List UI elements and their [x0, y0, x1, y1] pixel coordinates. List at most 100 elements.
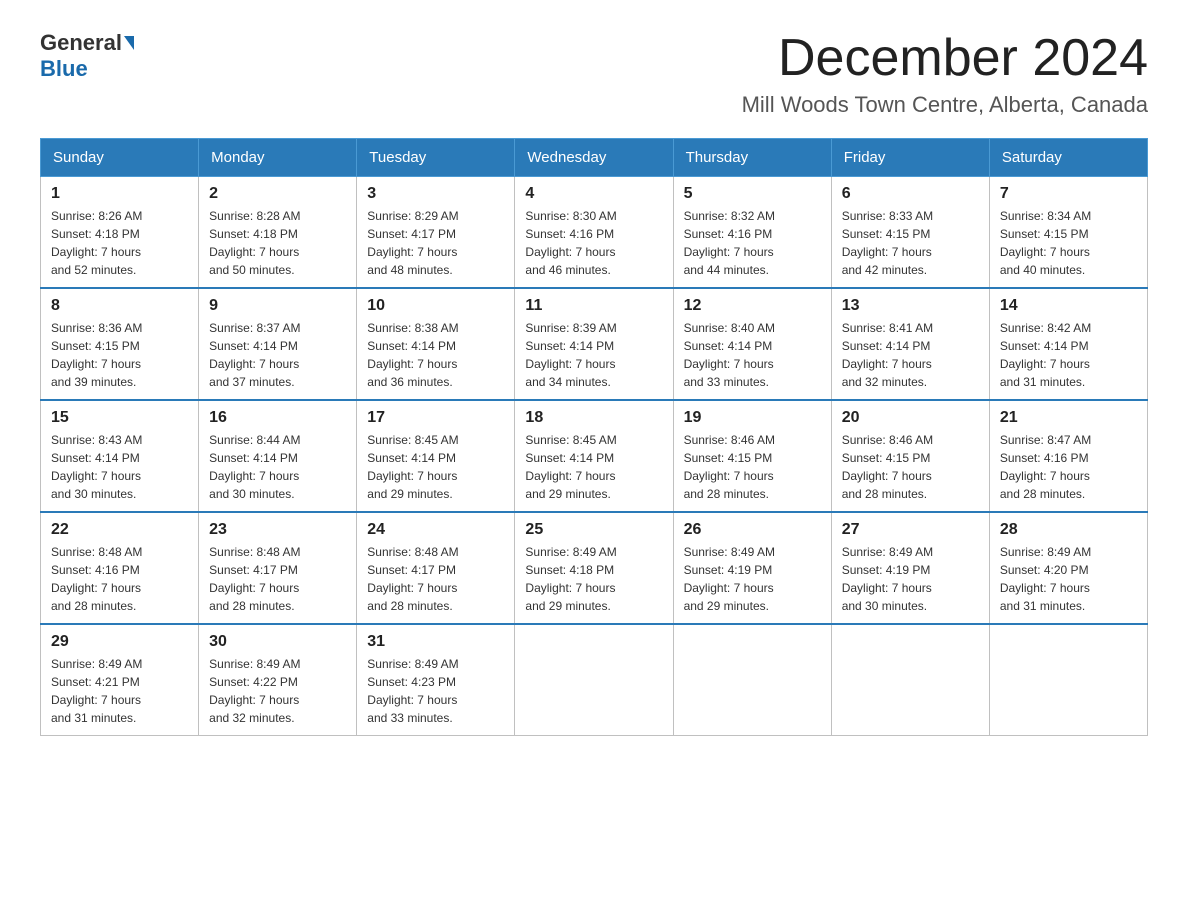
day-info: Sunrise: 8:34 AMSunset: 4:15 PMDaylight:… — [1000, 207, 1137, 279]
calendar-cell: 6 Sunrise: 8:33 AMSunset: 4:15 PMDaylight… — [831, 177, 989, 289]
day-number: 17 — [367, 409, 504, 427]
logo-arrow-icon — [124, 36, 134, 50]
calendar-cell — [673, 624, 831, 736]
day-number: 23 — [209, 521, 346, 539]
calendar-week-row: 22Sunrise: 8:48 AMSunset: 4:16 PMDayligh… — [41, 512, 1148, 624]
calendar-cell: 17Sunrise: 8:45 AMSunset: 4:14 PMDayligh… — [357, 400, 515, 512]
day-info: Sunrise: 8:46 AMSunset: 4:15 PMDaylight:… — [684, 431, 821, 503]
calendar-cell: 19 Sunrise: 8:46 AMSunset: 4:15 PMDayligh… — [673, 400, 831, 512]
calendar-week-row: 29 Sunrise: 8:49 AMSunset: 4:21 PMDayligh… — [41, 624, 1148, 736]
day-number: 7 — [1000, 185, 1137, 203]
day-info: Sunrise: 8:40 AMSunset: 4:14 PMDaylight:… — [684, 319, 821, 391]
day-info: Sunrise: 8:39 AMSunset: 4:14 PMDaylight:… — [525, 319, 662, 391]
day-info: Sunrise: 8:38 AMSunset: 4:14 PMDaylight:… — [367, 319, 504, 391]
weekday-header-wednesday: Wednesday — [515, 139, 673, 177]
weekday-header-row: SundayMondayTuesdayWednesdayThursdayFrid… — [41, 139, 1148, 177]
weekday-header-monday: Monday — [199, 139, 357, 177]
calendar-cell: 23 Sunrise: 8:48 AMSunset: 4:17 PMDayligh… — [199, 512, 357, 624]
calendar-cell: 25 Sunrise: 8:49 AMSunset: 4:18 PMDayligh… — [515, 512, 673, 624]
day-info: Sunrise: 8:45 AMSunset: 4:14 PMDaylight:… — [525, 431, 662, 503]
calendar-cell: 13Sunrise: 8:41 AMSunset: 4:14 PMDayligh… — [831, 288, 989, 400]
day-info: Sunrise: 8:49 AMSunset: 4:19 PMDaylight:… — [842, 543, 979, 615]
day-info: Sunrise: 8:37 AMSunset: 4:14 PMDaylight:… — [209, 319, 346, 391]
day-number: 2 — [209, 185, 346, 203]
day-info: Sunrise: 8:32 AMSunset: 4:16 PMDaylight:… — [684, 207, 821, 279]
day-info: Sunrise: 8:26 AMSunset: 4:18 PMDaylight:… — [51, 207, 188, 279]
day-info: Sunrise: 8:49 AMSunset: 4:21 PMDaylight:… — [51, 655, 188, 727]
day-number: 9 — [209, 297, 346, 315]
calendar-cell: 26 Sunrise: 8:49 AMSunset: 4:19 PMDayligh… — [673, 512, 831, 624]
day-info: Sunrise: 8:48 AMSunset: 4:17 PMDaylight:… — [367, 543, 504, 615]
calendar-cell: 22Sunrise: 8:48 AMSunset: 4:16 PMDayligh… — [41, 512, 199, 624]
title-block: December 2024 Mill Woods Town Centre, Al… — [742, 30, 1148, 118]
day-number: 27 — [842, 521, 979, 539]
day-info: Sunrise: 8:49 AMSunset: 4:18 PMDaylight:… — [525, 543, 662, 615]
day-number: 19 — [684, 409, 821, 427]
day-number: 4 — [525, 185, 662, 203]
calendar-week-row: 8 Sunrise: 8:36 AMSunset: 4:15 PMDaylight… — [41, 288, 1148, 400]
calendar-cell: 3 Sunrise: 8:29 AMSunset: 4:17 PMDaylight… — [357, 177, 515, 289]
day-number: 21 — [1000, 409, 1137, 427]
calendar-cell: 10 Sunrise: 8:38 AMSunset: 4:14 PMDayligh… — [357, 288, 515, 400]
calendar-cell — [989, 624, 1147, 736]
calendar-cell: 20 Sunrise: 8:46 AMSunset: 4:15 PMDayligh… — [831, 400, 989, 512]
day-info: Sunrise: 8:46 AMSunset: 4:15 PMDaylight:… — [842, 431, 979, 503]
day-info: Sunrise: 8:49 AMSunset: 4:22 PMDaylight:… — [209, 655, 346, 727]
weekday-header-saturday: Saturday — [989, 139, 1147, 177]
day-info: Sunrise: 8:43 AMSunset: 4:14 PMDaylight:… — [51, 431, 188, 503]
day-number: 14 — [1000, 297, 1137, 315]
calendar-cell: 18 Sunrise: 8:45 AMSunset: 4:14 PMDayligh… — [515, 400, 673, 512]
day-number: 18 — [525, 409, 662, 427]
calendar-cell: 5 Sunrise: 8:32 AMSunset: 4:16 PMDaylight… — [673, 177, 831, 289]
day-number: 8 — [51, 297, 188, 315]
logo-blue-text: Blue — [40, 56, 88, 82]
day-info: Sunrise: 8:33 AMSunset: 4:15 PMDaylight:… — [842, 207, 979, 279]
day-info: Sunrise: 8:29 AMSunset: 4:17 PMDaylight:… — [367, 207, 504, 279]
calendar-cell: 29 Sunrise: 8:49 AMSunset: 4:21 PMDayligh… — [41, 624, 199, 736]
calendar-cell — [515, 624, 673, 736]
calendar-week-row: 15 Sunrise: 8:43 AMSunset: 4:14 PMDayligh… — [41, 400, 1148, 512]
calendar-cell: 1 Sunrise: 8:26 AMSunset: 4:18 PMDaylight… — [41, 177, 199, 289]
day-number: 15 — [51, 409, 188, 427]
day-info: Sunrise: 8:48 AMSunset: 4:16 PMDaylight:… — [51, 543, 188, 615]
day-info: Sunrise: 8:48 AMSunset: 4:17 PMDaylight:… — [209, 543, 346, 615]
day-number: 1 — [51, 185, 188, 203]
calendar-week-row: 1 Sunrise: 8:26 AMSunset: 4:18 PMDaylight… — [41, 177, 1148, 289]
calendar-cell: 24 Sunrise: 8:48 AMSunset: 4:17 PMDayligh… — [357, 512, 515, 624]
day-number: 30 — [209, 633, 346, 651]
day-number: 5 — [684, 185, 821, 203]
day-number: 10 — [367, 297, 504, 315]
day-number: 11 — [525, 297, 662, 315]
day-info: Sunrise: 8:36 AMSunset: 4:15 PMDaylight:… — [51, 319, 188, 391]
calendar-cell: 12 Sunrise: 8:40 AMSunset: 4:14 PMDayligh… — [673, 288, 831, 400]
day-number: 29 — [51, 633, 188, 651]
day-info: Sunrise: 8:44 AMSunset: 4:14 PMDaylight:… — [209, 431, 346, 503]
day-info: Sunrise: 8:49 AMSunset: 4:19 PMDaylight:… — [684, 543, 821, 615]
day-info: Sunrise: 8:28 AMSunset: 4:18 PMDaylight:… — [209, 207, 346, 279]
day-number: 16 — [209, 409, 346, 427]
calendar-cell: 4Sunrise: 8:30 AMSunset: 4:16 PMDaylight… — [515, 177, 673, 289]
weekday-header-sunday: Sunday — [41, 139, 199, 177]
month-title: December 2024 — [742, 30, 1148, 87]
day-number: 24 — [367, 521, 504, 539]
calendar-cell: 27 Sunrise: 8:49 AMSunset: 4:19 PMDayligh… — [831, 512, 989, 624]
logo-general-text: General — [40, 30, 122, 56]
day-number: 20 — [842, 409, 979, 427]
calendar-cell: 31 Sunrise: 8:49 AMSunset: 4:23 PMDayligh… — [357, 624, 515, 736]
calendar-cell: 28Sunrise: 8:49 AMSunset: 4:20 PMDayligh… — [989, 512, 1147, 624]
location-title: Mill Woods Town Centre, Alberta, Canada — [742, 92, 1148, 118]
day-info: Sunrise: 8:49 AMSunset: 4:23 PMDaylight:… — [367, 655, 504, 727]
calendar-cell: 16 Sunrise: 8:44 AMSunset: 4:14 PMDayligh… — [199, 400, 357, 512]
day-number: 31 — [367, 633, 504, 651]
day-number: 12 — [684, 297, 821, 315]
weekday-header-thursday: Thursday — [673, 139, 831, 177]
calendar-cell: 21Sunrise: 8:47 AMSunset: 4:16 PMDayligh… — [989, 400, 1147, 512]
calendar-table: SundayMondayTuesdayWednesdayThursdayFrid… — [40, 138, 1148, 736]
day-number: 6 — [842, 185, 979, 203]
day-info: Sunrise: 8:49 AMSunset: 4:20 PMDaylight:… — [1000, 543, 1137, 615]
day-number: 26 — [684, 521, 821, 539]
day-number: 3 — [367, 185, 504, 203]
calendar-cell: 9 Sunrise: 8:37 AMSunset: 4:14 PMDaylight… — [199, 288, 357, 400]
day-number: 25 — [525, 521, 662, 539]
calendar-cell: 11 Sunrise: 8:39 AMSunset: 4:14 PMDayligh… — [515, 288, 673, 400]
